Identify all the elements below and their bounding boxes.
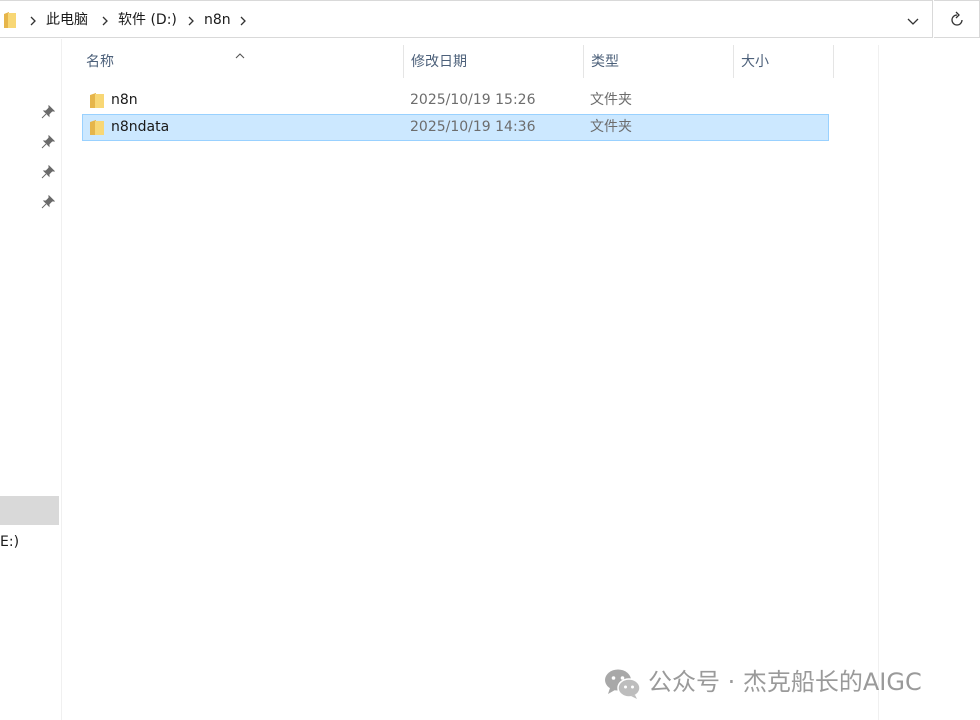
column-divider[interactable]: [833, 45, 834, 78]
refresh-button[interactable]: [934, 0, 980, 38]
column-divider[interactable]: [733, 45, 734, 78]
chevron-up-icon: [234, 44, 246, 59]
file-date: 2025/10/19 15:26: [410, 92, 536, 108]
file-row-n8n[interactable]: n8n 2025/10/19 15:26 文件夹: [82, 87, 829, 114]
file-name[interactable]: n8n: [111, 91, 138, 109]
column-header-date[interactable]: 修改日期: [411, 52, 467, 72]
column-divider[interactable]: [583, 45, 584, 78]
pin-icon[interactable]: [41, 194, 56, 209]
chevron-right-icon[interactable]: [101, 13, 109, 27]
pin-icon[interactable]: [41, 104, 56, 119]
navigation-pane[interactable]: [0, 39, 61, 720]
nav-item-selected[interactable]: [0, 496, 59, 525]
chevron-right-icon[interactable]: [239, 13, 247, 27]
chevron-down-icon[interactable]: [905, 13, 921, 27]
chevron-right-icon[interactable]: [187, 13, 195, 27]
column-header-size[interactable]: 大小: [741, 52, 769, 72]
watermark-text: 公众号 · 杰克船长的AIGC: [648, 668, 922, 696]
pane-divider[interactable]: [61, 39, 62, 720]
folder-icon: [3, 11, 17, 29]
folder-icon: [89, 92, 105, 109]
address-bar[interactable]: 此电脑 软件 (D:) n8n: [0, 0, 933, 38]
content-pane-edge: [878, 45, 879, 720]
chevron-right-icon[interactable]: [29, 13, 37, 27]
column-divider[interactable]: [403, 45, 404, 78]
file-type: 文件夹: [590, 92, 632, 108]
pin-icon[interactable]: [41, 164, 56, 179]
folder-icon: [89, 119, 105, 136]
breadcrumb-this-pc[interactable]: 此电脑: [46, 11, 88, 29]
breadcrumb-n8n[interactable]: n8n: [204, 11, 231, 29]
nav-item-drive-e[interactable]: E:): [0, 533, 19, 551]
file-type: 文件夹: [590, 119, 632, 135]
breadcrumb-drive-d[interactable]: 软件 (D:): [118, 11, 177, 29]
file-date: 2025/10/19 14:36: [410, 119, 536, 135]
pin-icon[interactable]: [41, 134, 56, 149]
column-header-name[interactable]: 名称: [86, 52, 114, 72]
wechat-icon: [604, 668, 642, 700]
file-row-n8ndata[interactable]: n8ndata 2025/10/19 14:36 文件夹: [82, 114, 829, 141]
column-header-type[interactable]: 类型: [591, 52, 619, 72]
file-name[interactable]: n8ndata: [111, 118, 169, 136]
refresh-icon: [951, 11, 963, 26]
